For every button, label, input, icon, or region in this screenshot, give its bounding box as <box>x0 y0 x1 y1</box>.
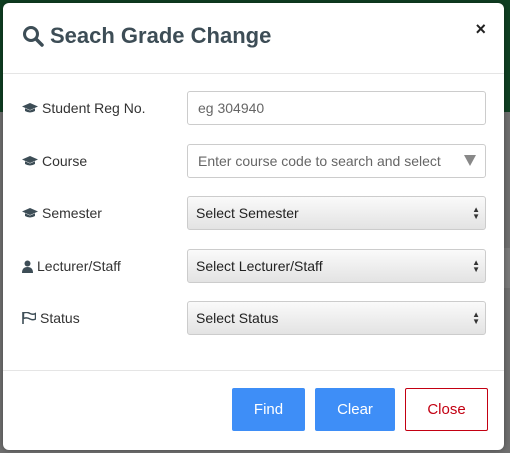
modal-title-text: Seach Grade Change <box>50 23 272 48</box>
graduation-cap-icon <box>22 155 38 167</box>
close-icon[interactable]: × <box>475 19 486 40</box>
search-icon <box>22 25 44 47</box>
graduation-cap-icon <box>22 102 38 114</box>
flag-icon <box>22 312 36 324</box>
form-row-student-reg: Student Reg No. <box>3 91 504 127</box>
form-row-lecturer: Lecturer/Staff Select Lecturer/Staff ▲ ▼ <box>3 249 504 285</box>
form-row-semester: Semester Select Semester ▲ ▼ <box>3 196 504 232</box>
semester-select-value: Select Semester <box>196 205 299 221</box>
find-button[interactable]: Find <box>232 388 305 431</box>
user-icon <box>22 260 33 273</box>
semester-select[interactable]: Select Semester ▲ ▼ <box>187 196 486 230</box>
select-arrows-icon: ▲ ▼ <box>472 205 480 221</box>
modal-title: Seach Grade Change <box>22 23 271 49</box>
semester-label: Semester <box>22 205 102 221</box>
modal-header: Seach Grade Change × <box>3 3 504 74</box>
status-select[interactable]: Select Status ▲ ▼ <box>187 301 486 335</box>
course-search-combobox[interactable]: Enter course code to search and select <box>187 144 486 178</box>
search-grade-change-modal: Seach Grade Change × Student Reg No. Cou… <box>3 3 504 450</box>
form-row-status: Status Select Status ▲ ▼ <box>3 301 504 337</box>
select-arrows-icon: ▲ ▼ <box>472 310 480 326</box>
lecturer-select-value: Select Lecturer/Staff <box>196 258 323 274</box>
student-reg-label: Student Reg No. <box>22 100 146 116</box>
course-label: Course <box>22 153 87 169</box>
select-arrows-icon: ▲ ▼ <box>472 258 480 274</box>
course-search-placeholder: Enter course code to search and select <box>198 153 441 169</box>
lecturer-select[interactable]: Select Lecturer/Staff ▲ ▼ <box>187 249 486 283</box>
status-select-value: Select Status <box>196 310 279 326</box>
modal-footer: Find Clear Close <box>3 370 504 451</box>
graduation-cap-icon <box>22 207 38 219</box>
student-reg-input[interactable] <box>187 91 486 125</box>
status-label: Status <box>22 310 80 326</box>
close-button[interactable]: Close <box>405 388 488 431</box>
lecturer-label: Lecturer/Staff <box>22 258 121 274</box>
form-row-course: Course Enter course code to search and s… <box>3 144 504 180</box>
dropdown-triangle-icon <box>464 155 476 166</box>
clear-button[interactable]: Clear <box>315 388 395 431</box>
